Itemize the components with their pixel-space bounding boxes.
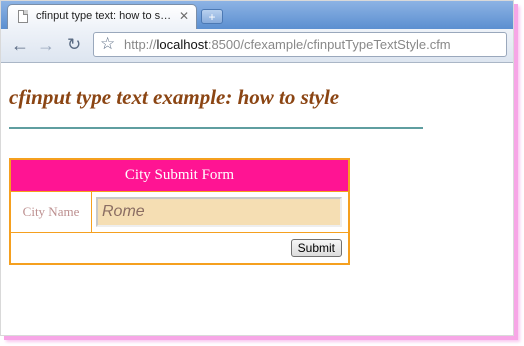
browser-toolbar: ← → ↻ ☆ http://localhost:8500/cfexample/… <box>1 29 513 63</box>
new-tab-button[interactable]: + <box>201 9 223 24</box>
tab-strip: cfinput type text: how to s… ✕ + <box>1 1 513 29</box>
browser-window: cfinput type text: how to s… ✕ + ← → ↻ ☆… <box>0 0 514 336</box>
submit-button[interactable]: Submit <box>290 239 342 257</box>
url-prefix: http:// <box>124 37 157 52</box>
url-text[interactable]: http://localhost:8500/cfexample/cfinputT… <box>124 37 451 52</box>
forward-arrow-icon[interactable]: → <box>37 35 55 55</box>
url-path: :8500/cfexample/cfinputTypeTextStyle.cfm <box>207 37 451 52</box>
city-input-cell <box>91 191 350 233</box>
page-title: cfinput type text example: how to style <box>9 85 340 109</box>
reload-icon[interactable]: ↻ <box>67 35 81 55</box>
city-name-input[interactable] <box>96 197 342 227</box>
back-arrow-icon[interactable]: ← <box>11 35 29 55</box>
star-icon[interactable]: ☆ <box>100 34 115 54</box>
url-host: localhost <box>156 37 208 52</box>
tab-close-icon[interactable]: ✕ <box>179 9 189 23</box>
city-submit-form: City Submit Form City Name Submit <box>9 158 350 265</box>
horizontal-rule <box>9 127 423 129</box>
address-bar[interactable]: ☆ http://localhost:8500/cfexample/cfinpu… <box>93 32 507 57</box>
form-header: City Submit Form <box>9 158 350 192</box>
page-content: cfinput type text example: how to style … <box>1 63 513 335</box>
form-actions: Submit <box>9 232 350 265</box>
browser-tab[interactable]: cfinput type text: how to s… ✕ <box>7 4 197 29</box>
city-name-label: City Name <box>9 191 92 233</box>
tab-title: cfinput type text: how to s… <box>36 10 172 22</box>
page-icon <box>18 10 28 23</box>
